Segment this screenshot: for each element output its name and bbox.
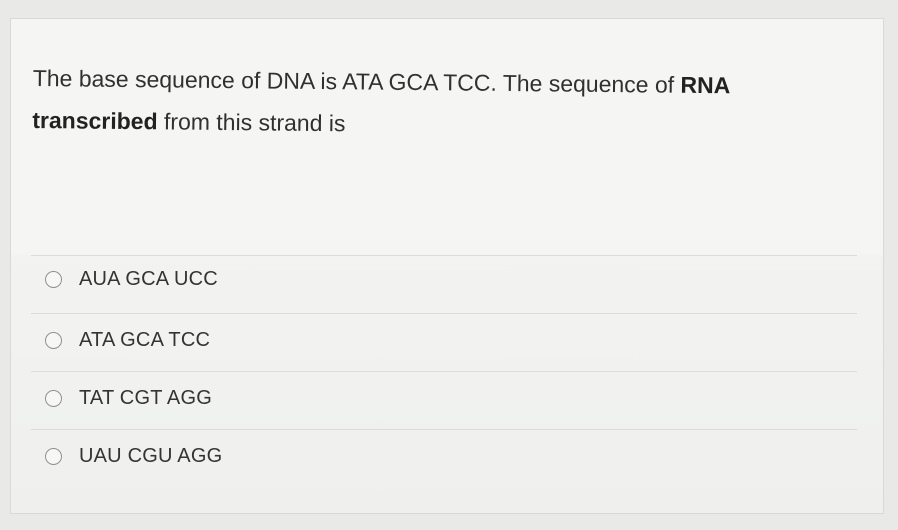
question-card: The base sequence of DNA is ATA GCA TCC.… [10,18,884,514]
answer-option-3[interactable]: TAT CGT AGG [45,378,212,418]
answer-option-label: TAT CGT AGG [79,386,212,409]
question-bold-transcribed: transcribed [32,106,158,135]
radio-button-icon[interactable] [45,270,62,288]
divider [31,429,857,430]
question-area: The base sequence of DNA is ATA GCA TCC.… [11,19,883,255]
answer-option-label: AUA GCA UCC [79,267,218,290]
question-bold-rna: RNA [680,71,731,99]
answer-option-2[interactable]: ATA GCA TCC [45,320,210,360]
answer-option-label: UAU CGU AGG [79,444,223,467]
answer-option-label: ATA GCA TCC [79,328,211,351]
question-text-part: The base sequence of DNA is ATA GCA TCC.… [32,64,681,98]
radio-button-icon[interactable] [45,331,62,349]
radio-button-icon[interactable] [45,389,62,407]
divider [31,255,857,256]
divider [31,313,857,314]
answer-option-4[interactable]: UAU CGU AGG [45,436,222,476]
question-text-part: from this strand is [157,108,346,137]
divider [31,371,857,372]
question-text: The base sequence of DNA is ATA GCA TCC.… [32,57,833,149]
answer-option-1[interactable]: AUA GCA UCC [45,259,218,299]
radio-button-icon[interactable] [45,447,62,465]
